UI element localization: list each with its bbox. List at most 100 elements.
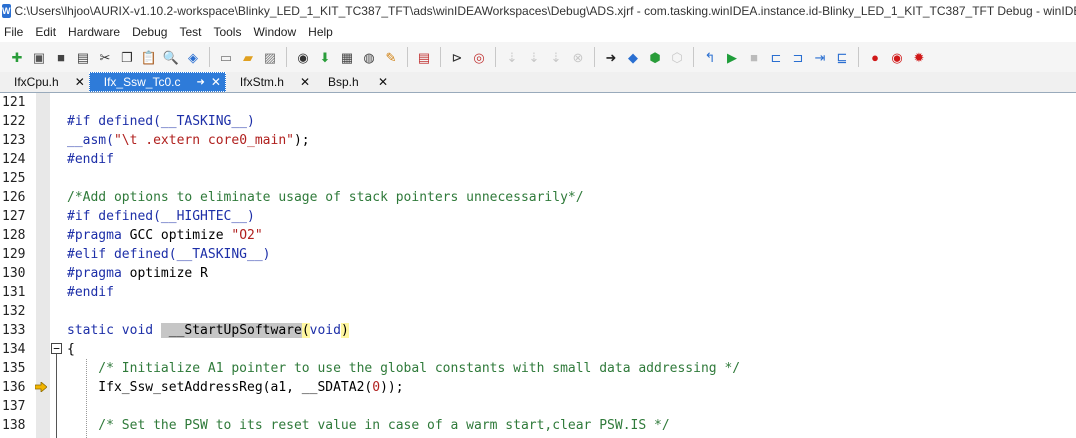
close-icon[interactable]: ✕ — [300, 75, 310, 89]
code-line[interactable]: 136 Ifx_Ssw_setAddressReg(a1, __SDATA2(0… — [0, 378, 1076, 397]
line-number: 128 — [2, 228, 26, 243]
run-active-icon[interactable]: ⬢ — [646, 48, 664, 66]
close-icon[interactable]: ✕ — [211, 75, 221, 89]
new-file-icon[interactable]: ✚ — [8, 48, 26, 66]
copy-icon[interactable]: ❐ — [118, 48, 136, 66]
code-token: "\t .extern core0_main" — [113, 133, 294, 148]
watch-icon[interactable]: ◉ — [294, 48, 312, 66]
save-all-icon[interactable]: ▤ — [74, 48, 92, 66]
zoom-icon[interactable]: ◈ — [184, 48, 202, 66]
toolbar-separator — [594, 47, 595, 67]
menu-debug[interactable]: Debug — [128, 25, 175, 39]
code-line[interactable]: 134 −{ — [0, 340, 1076, 359]
code-text: /*Add options to eliminate usage of stac… — [67, 188, 584, 207]
run-to-icon[interactable]: ◆ — [624, 48, 642, 66]
code-text: #elif defined(__TASKING__) — [67, 245, 271, 264]
line-number: 136 — [2, 380, 26, 395]
close-icon[interactable]: ✕ — [75, 75, 85, 89]
play-circle-icon[interactable]: ⊳ — [448, 48, 466, 66]
paste-icon[interactable]: 📋 — [140, 48, 158, 66]
menu-file[interactable]: File — [0, 25, 31, 39]
download-disabled-icon[interactable]: ⇣ — [547, 48, 565, 66]
inspect-icon[interactable]: ◎ — [470, 48, 488, 66]
code-line[interactable]: 128 #pragma GCC optimize "O2" — [0, 226, 1076, 245]
tab-label: IfxStm.h — [239, 75, 284, 89]
return-icon[interactable]: ↰ — [701, 48, 719, 66]
toolbar-separator — [286, 47, 287, 67]
code-line[interactable]: 135 /* Initialize A1 pointer to use the … — [0, 359, 1076, 378]
menu-test[interactable]: Test — [175, 25, 209, 39]
code-token: #if defined(__TASKING__) — [67, 114, 255, 129]
code-line[interactable]: 132 — [0, 302, 1076, 321]
code-text: #if defined(__TASKING__) — [67, 112, 255, 131]
breakpoint-settings-icon[interactable]: ✹ — [910, 48, 928, 66]
open-icon[interactable]: ▣ — [30, 48, 48, 66]
code-line[interactable]: 129 #elif defined(__TASKING__) — [0, 245, 1076, 264]
save-icon[interactable]: ■ — [52, 48, 70, 66]
run-disabled-icon[interactable]: ⬡ — [668, 48, 686, 66]
code-line[interactable]: 122 #if defined(__TASKING__) — [0, 112, 1076, 131]
window-icon[interactable]: ▭ — [217, 48, 235, 66]
menu-window[interactable]: Window — [249, 25, 304, 39]
code-line[interactable]: 131 #endif — [0, 283, 1076, 302]
code-line[interactable]: 124 #endif — [0, 150, 1076, 169]
step-into-line-icon[interactable]: ⊐ — [789, 48, 807, 66]
delete-disabled-icon[interactable]: ⊗ — [569, 48, 587, 66]
run-icon[interactable]: ▶ — [723, 48, 741, 66]
code-text: #if defined(__HIGHTEC__) — [67, 207, 255, 226]
winidea-app-icon[interactable]: W — [2, 4, 11, 18]
line-number: 126 — [2, 190, 26, 205]
close-icon[interactable]: ✕ — [378, 75, 388, 89]
fold-toggle-icon[interactable]: − — [51, 343, 62, 354]
disassembly-icon[interactable]: ◍ — [360, 48, 378, 66]
code-text: #pragma GCC optimize "O2" — [67, 226, 263, 245]
download-icon[interactable]: ⬇ — [316, 48, 334, 66]
edit-icon[interactable]: ✎ — [382, 48, 400, 66]
step-over-icon[interactable]: ⊏ — [767, 48, 785, 66]
pin-icon[interactable]: ➜ — [196, 77, 204, 88]
step-out-icon[interactable]: ⇥ — [811, 48, 829, 66]
find-icon[interactable]: 🔍 — [162, 48, 180, 66]
code-line[interactable]: 123 __asm("\t .extern core0_main"); — [0, 131, 1076, 150]
menu-hardware[interactable]: Hardware — [64, 25, 128, 39]
fold-guide-line — [56, 354, 57, 438]
download-disabled-icon[interactable]: ⇣ — [525, 48, 543, 66]
registers-icon[interactable]: ▤ — [415, 48, 433, 66]
breakpoint-icon[interactable]: ● — [866, 48, 884, 66]
tab-ifxcpu-h[interactable]: IfxCpu.h ✕ — [0, 72, 89, 92]
cut-icon[interactable]: ✂ — [96, 48, 114, 66]
tab-ifx-ssw-tc0-c[interactable]: Ifx_Ssw_Tc0.c ➜ ✕ — [88, 72, 226, 92]
code-line[interactable]: 130 #pragma optimize R — [0, 264, 1076, 283]
code-text: #endif — [67, 283, 114, 302]
code-line[interactable]: 126 /*Add options to eliminate usage of s… — [0, 188, 1076, 207]
code-token: optimize R — [121, 266, 208, 281]
line-number: 121 — [2, 95, 26, 110]
download-disabled-icon[interactable]: ⇣ — [503, 48, 521, 66]
code-line[interactable]: 125 — [0, 169, 1076, 188]
stop-icon[interactable]: ■ — [745, 48, 763, 66]
tab-bsp-h[interactable]: Bsp.h ✕ — [314, 72, 392, 92]
code-token: /*Add options to eliminate usage of stac… — [67, 190, 584, 205]
code-token: #endif — [67, 285, 114, 300]
step-list-icon[interactable]: ⊑ — [833, 48, 851, 66]
step-into-icon[interactable]: ➜ — [602, 48, 620, 66]
line-number: 122 — [2, 114, 26, 129]
code-line[interactable]: 121 — [0, 93, 1076, 112]
code-line[interactable]: 133 static void __StartUpSoftware(void) — [0, 321, 1076, 340]
menu-tools[interactable]: Tools — [209, 25, 249, 39]
line-number: 133 — [2, 323, 26, 338]
menu-edit[interactable]: Edit — [31, 25, 64, 39]
tab-ifxstm-h[interactable]: IfxStm.h ✕ — [226, 72, 314, 92]
menu-help[interactable]: Help — [304, 25, 341, 39]
folder-icon[interactable]: ▰ — [239, 48, 257, 66]
code-line[interactable]: 137 — [0, 397, 1076, 416]
code-line[interactable]: 127 #if defined(__HIGHTEC__) — [0, 207, 1076, 226]
code-editor[interactable]: 121 122 #if defined(__TASKING__) 123 __asm("… — [0, 93, 1076, 438]
memory-icon[interactable]: ▦ — [338, 48, 356, 66]
code-text: #pragma optimize R — [67, 264, 208, 283]
breakpoint-data-icon[interactable]: ◉ — [888, 48, 906, 66]
line-number: 138 — [2, 418, 26, 433]
code-line[interactable]: 138 /* Set the PSW to its reset value in… — [0, 416, 1076, 435]
code-token: void — [309, 323, 341, 338]
image-icon[interactable]: ▨ — [261, 48, 279, 66]
